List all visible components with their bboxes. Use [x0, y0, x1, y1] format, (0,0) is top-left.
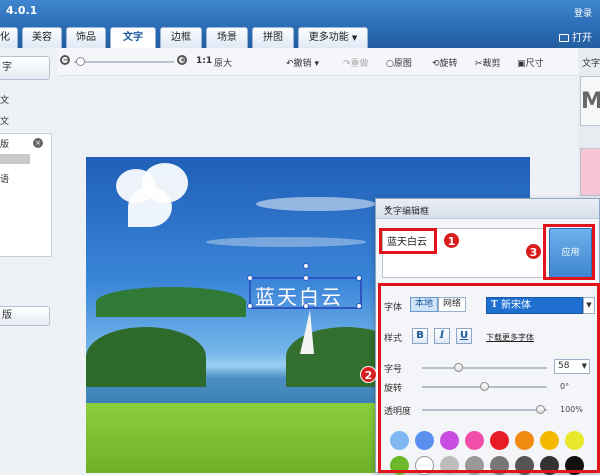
tab-scenes[interactable]: 场景: [206, 27, 248, 48]
left-panel-list-title: 版: [0, 140, 10, 150]
redo-button[interactable]: ↷重做: [343, 56, 369, 69]
material-thumbnail[interactable]: [580, 148, 600, 196]
tab-collage[interactable]: 拼图: [252, 27, 294, 48]
left-panel-item-1[interactable]: 文: [0, 93, 9, 106]
undo-button[interactable]: ↶撤销 ▾: [286, 56, 319, 69]
thumbnail-text: M: [581, 89, 600, 114]
resize-handle[interactable]: [247, 275, 253, 281]
tab-text[interactable]: 文字: [110, 27, 156, 48]
login-link[interactable]: 登录: [574, 6, 592, 19]
crop-label: 裁剪: [482, 59, 501, 69]
rotate-icon: ⟲: [432, 59, 440, 69]
tree-shape: [86, 327, 206, 387]
island-shape: [96, 287, 246, 317]
open-label: 打开: [572, 33, 592, 44]
left-panel-item-2[interactable]: 文: [0, 114, 9, 127]
redo-icon: ↷: [343, 59, 351, 69]
right-panel-label: 文字: [582, 59, 600, 69]
zoom-slider[interactable]: [74, 57, 174, 66]
tab-beautify[interactable]: 化: [0, 27, 18, 48]
zoom-in-icon[interactable]: +: [177, 55, 187, 65]
step-marker: 2: [360, 366, 377, 383]
left-panel: 字 文 文 版 × 语 版: [0, 48, 58, 473]
undo-dropdown-icon[interactable]: ▾: [314, 59, 319, 69]
resize-icon: ▣: [517, 59, 526, 69]
crop-button[interactable]: ✂裁剪: [475, 56, 501, 69]
original-image-button[interactable]: ○原图: [386, 56, 412, 69]
highlight-box: [378, 283, 600, 473]
resize-handle[interactable]: [303, 303, 309, 309]
rotate-handle[interactable]: [303, 263, 309, 269]
zoom-out-icon[interactable]: −: [60, 55, 70, 65]
dialog-title-bar: 文字编辑框 ×: [376, 199, 599, 219]
cloud-shape: [256, 197, 376, 211]
close-icon[interactable]: ×: [33, 138, 43, 148]
left-panel-top-button[interactable]: 字: [0, 56, 50, 80]
zoom-slider-knob[interactable]: [76, 57, 85, 66]
resize-label: 尺寸: [525, 59, 544, 69]
tab-more-features[interactable]: 更多功能 ▼: [298, 27, 368, 48]
left-panel-list: 版 × 语: [0, 133, 52, 257]
text-overlay[interactable]: 蓝天白云: [255, 281, 343, 310]
resize-handle[interactable]: [356, 275, 362, 281]
highlight-box: [543, 224, 595, 280]
tab-beauty[interactable]: 美容: [22, 27, 62, 48]
tab-accessories[interactable]: 饰品: [66, 27, 106, 48]
resize-handle[interactable]: [356, 303, 362, 309]
text-overlay-box[interactable]: 蓝天白云: [247, 263, 362, 310]
close-icon[interactable]: ×: [384, 204, 591, 214]
tab-frames[interactable]: 边框: [160, 27, 202, 48]
step-marker: 3: [525, 243, 542, 260]
title-bar: 4.0.1 登录: [0, 0, 600, 24]
original-size-button[interactable]: 原大: [214, 56, 232, 69]
highlight-box: [379, 228, 437, 254]
cloud-shape: [206, 237, 366, 247]
redo-label: 重做: [350, 59, 369, 69]
rotate-button[interactable]: ⟲旋转: [432, 56, 458, 69]
resize-handle[interactable]: [247, 303, 253, 309]
left-panel-list-item[interactable]: 语: [0, 172, 9, 185]
undo-icon: ↶: [286, 59, 294, 69]
open-button[interactable]: 打开: [559, 29, 592, 44]
resize-handle[interactable]: [303, 275, 309, 281]
toolbar: − + 1:1 原大 ↶撤销 ▾ ↷重做 ○原图 ⟲旋转 ✂裁剪 ▣尺寸: [0, 48, 600, 76]
resize-button[interactable]: ▣尺寸: [517, 56, 544, 69]
chevron-down-icon: ▼: [351, 34, 358, 42]
rotate-label: 旋转: [439, 59, 458, 69]
left-panel-bottom-button[interactable]: 版: [0, 306, 50, 326]
actual-size-ratio[interactable]: 1:1: [196, 56, 212, 66]
left-panel-selected-item[interactable]: [0, 154, 30, 164]
step-marker: 1: [443, 232, 460, 249]
scissors-icon: ✂: [475, 59, 483, 69]
circle-icon: ○: [386, 59, 394, 69]
cloud-shape: [128, 187, 172, 227]
original-label: 原图: [393, 59, 412, 69]
undo-label: 撤销: [293, 59, 312, 69]
main-tab-bar: 化 美容 饰品 文字 边框 场景 拼图 更多功能 ▼ 打开: [0, 24, 600, 48]
tab-more-label: 更多功能: [308, 32, 349, 43]
folder-icon: [559, 34, 569, 42]
material-thumbnail[interactable]: M: [580, 76, 600, 126]
app-version: 4.0.1: [6, 4, 38, 17]
sailboat-shape: [300, 310, 314, 354]
